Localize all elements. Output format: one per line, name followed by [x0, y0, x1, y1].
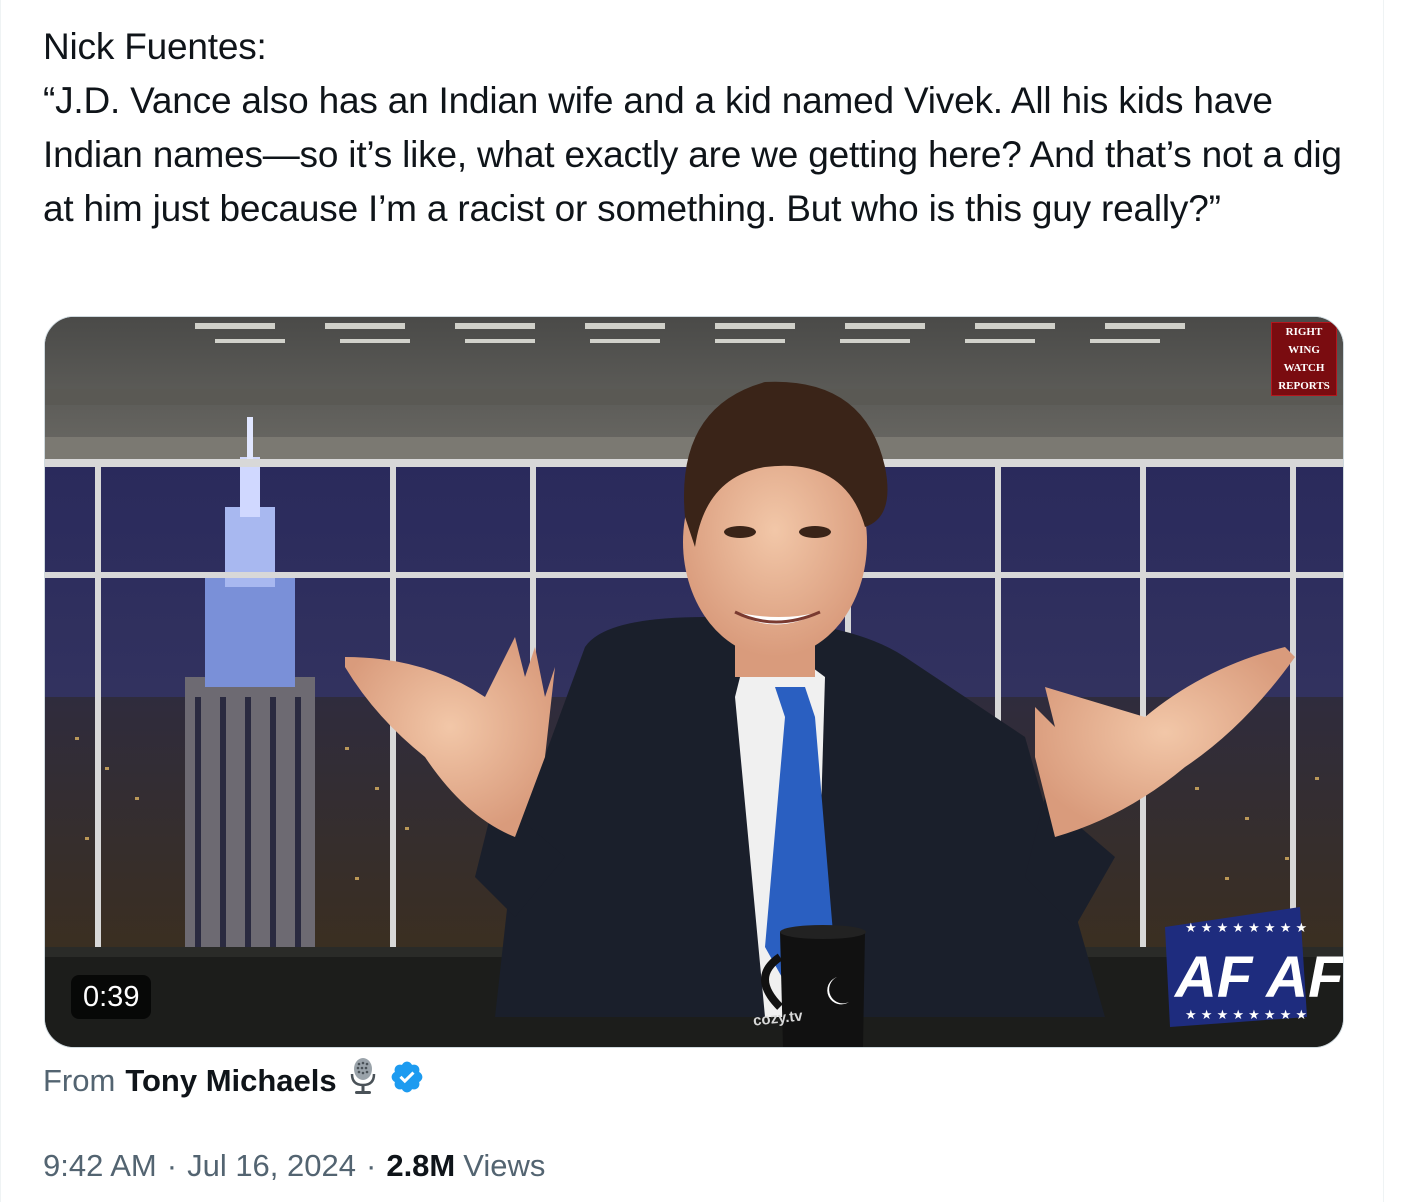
from-label: From [43, 1063, 116, 1098]
svg-text:★ ★ ★ ★ ★ ★ ★ ★: ★ ★ ★ ★ ★ ★ ★ ★ [1185, 1008, 1307, 1023]
views-label: Views [463, 1148, 546, 1183]
views-count: 2.8M [386, 1148, 456, 1183]
author-name-link[interactable]: Tony Michaels [125, 1063, 336, 1099]
meta-separator: · [366, 1148, 377, 1183]
video-source: From Tony Michaels [43, 1058, 425, 1104]
tweet-meta: 9:42 AM · Jul 16, 2024 · 2.8M Views [43, 1143, 545, 1189]
watermark-line: WING [1288, 344, 1320, 356]
tweet-card: Nick Fuentes: “J.D. Vance also has an In… [0, 0, 1384, 1202]
video-duration-badge: 0:39 [71, 975, 152, 1019]
tweet-text: Nick Fuentes: “J.D. Vance also has an In… [43, 26, 1342, 229]
watermark-line: RIGHT [1285, 326, 1323, 338]
tweet-time[interactable]: 9:42 AM [43, 1148, 157, 1184]
svg-text:★ ★ ★ ★ ★ ★ ★ ★: ★ ★ ★ ★ ★ ★ ★ ★ [1185, 921, 1307, 936]
svg-text:AF AF: AF AF [1173, 945, 1343, 1010]
video-thumbnail: AF AF ★ ★ ★ ★ ★ ★ ★ ★ ★ ★ ★ ★ ★ ★ ★ ★ [45, 317, 1343, 1047]
watermark-line: REPORTS [1278, 380, 1330, 392]
meta-separator: · [166, 1148, 178, 1183]
right-wing-watch-watermark: RIGHT WING WATCH REPORTS [1271, 322, 1337, 396]
watermark-line: WATCH [1283, 362, 1325, 374]
microphone-icon [347, 1057, 379, 1105]
video-player[interactable]: AF AF ★ ★ ★ ★ ★ ★ ★ ★ ★ ★ ★ ★ ★ ★ ★ ★ RI… [44, 316, 1344, 1048]
tweet-date[interactable]: Jul 16, 2024 [187, 1148, 356, 1184]
verified-badge-icon[interactable] [389, 1059, 425, 1103]
